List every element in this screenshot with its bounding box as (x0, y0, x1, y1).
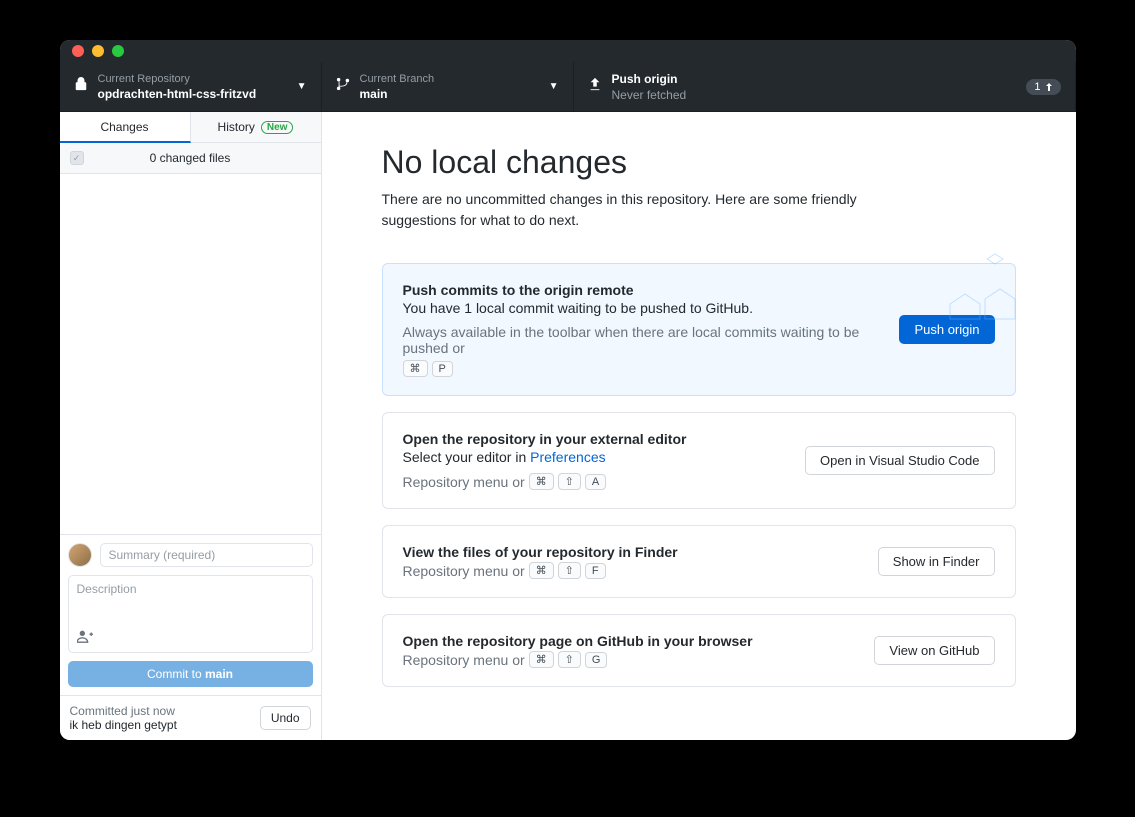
kbd-cmd: ⌘ (529, 562, 554, 579)
branch-label: Current Branch (360, 72, 543, 86)
minimize-window-button[interactable] (92, 45, 104, 57)
commit-button[interactable]: Commit to main (68, 661, 313, 687)
card-text: Select your editor in Preferences (403, 449, 790, 465)
status-message: ik heb dingen getypt (70, 718, 260, 732)
tab-history[interactable]: History New (191, 112, 321, 142)
card-hint: Repository menu or ⌘ ⇧ F (403, 562, 862, 579)
toolbar: Current Repository opdrachten-html-css-f… (60, 62, 1076, 112)
changes-list (60, 174, 321, 534)
kbd-shift: ⇧ (558, 651, 581, 668)
repo-name: opdrachten-html-css-fritzvd (98, 86, 291, 102)
branch-icon (336, 77, 350, 96)
commit-form: Description Commit to main (60, 534, 321, 695)
description-input[interactable]: Description (68, 575, 313, 653)
card-open-editor: Open the repository in your external edi… (382, 412, 1016, 509)
open-editor-button[interactable]: Open in Visual Studio Code (805, 446, 994, 475)
branch-selector[interactable]: Current Branch main ▼ (322, 62, 574, 111)
status-time: Committed just now (70, 704, 260, 718)
sidebar: Changes History New ✓ 0 changed files De… (60, 112, 322, 740)
card-hint: Always available in the toolbar when the… (403, 324, 884, 377)
lock-icon (74, 77, 88, 96)
card-hint: Repository menu or ⌘ ⇧ G (403, 651, 859, 668)
page-title: No local changes (382, 144, 1016, 181)
push-label: Push origin (612, 71, 1017, 87)
chevron-down-icon: ▼ (297, 81, 307, 92)
card-hint: Repository menu or ⌘ ⇧ A (403, 473, 790, 490)
card-title: View the files of your repository in Fin… (403, 544, 862, 560)
view-github-button[interactable]: View on GitHub (874, 636, 994, 665)
push-count-badge: 1 (1026, 79, 1060, 95)
close-window-button[interactable] (72, 45, 84, 57)
new-badge: New (261, 121, 294, 134)
repository-selector[interactable]: Current Repository opdrachten-html-css-f… (60, 62, 322, 111)
add-coauthor-icon[interactable] (77, 629, 93, 646)
upload-icon (588, 77, 602, 96)
avatar (68, 543, 92, 567)
card-title: Open the repository in your external edi… (403, 431, 790, 447)
main-content: No local changes There are no uncommitte… (322, 112, 1076, 740)
maximize-window-button[interactable] (112, 45, 124, 57)
tab-changes[interactable]: Changes (60, 112, 191, 143)
push-status: Never fetched (612, 87, 1017, 103)
card-title: Push commits to the origin remote (403, 282, 884, 298)
summary-input[interactable] (100, 543, 313, 567)
sidebar-tabs: Changes History New (60, 112, 321, 143)
changes-count: 0 changed files (94, 151, 287, 165)
select-all-checkbox: ✓ (70, 151, 84, 165)
kbd-g: G (585, 652, 608, 668)
undo-button[interactable]: Undo (260, 706, 311, 730)
titlebar (60, 40, 1076, 62)
kbd-a: A (585, 474, 606, 490)
kbd-cmd: ⌘ (403, 360, 428, 377)
push-origin-toolbar[interactable]: Push origin Never fetched 1 (574, 62, 1076, 111)
app-window: Current Repository opdrachten-html-css-f… (60, 40, 1076, 740)
repo-label: Current Repository (98, 72, 291, 86)
card-view-github: Open the repository page on GitHub in yo… (382, 614, 1016, 687)
card-title: Open the repository page on GitHub in yo… (403, 633, 859, 649)
card-push-origin: Push commits to the origin remote You ha… (382, 263, 1016, 396)
kbd-p: P (432, 361, 453, 377)
kbd-shift: ⇧ (558, 473, 581, 490)
card-show-finder: View the files of your repository in Fin… (382, 525, 1016, 598)
kbd-cmd: ⌘ (529, 473, 554, 490)
commit-status-bar: Committed just now ik heb dingen getypt … (60, 695, 321, 740)
chevron-down-icon: ▼ (549, 81, 559, 92)
push-origin-button[interactable]: Push origin (899, 315, 994, 344)
kbd-cmd: ⌘ (529, 651, 554, 668)
preferences-link[interactable]: Preferences (530, 449, 605, 465)
show-finder-button[interactable]: Show in Finder (878, 547, 995, 576)
changes-header: ✓ 0 changed files (60, 143, 321, 174)
card-text: You have 1 local commit waiting to be pu… (403, 300, 884, 316)
page-subtitle: There are no uncommitted changes in this… (382, 189, 922, 231)
branch-name: main (360, 86, 543, 102)
kbd-f: F (585, 563, 606, 579)
kbd-shift: ⇧ (558, 562, 581, 579)
